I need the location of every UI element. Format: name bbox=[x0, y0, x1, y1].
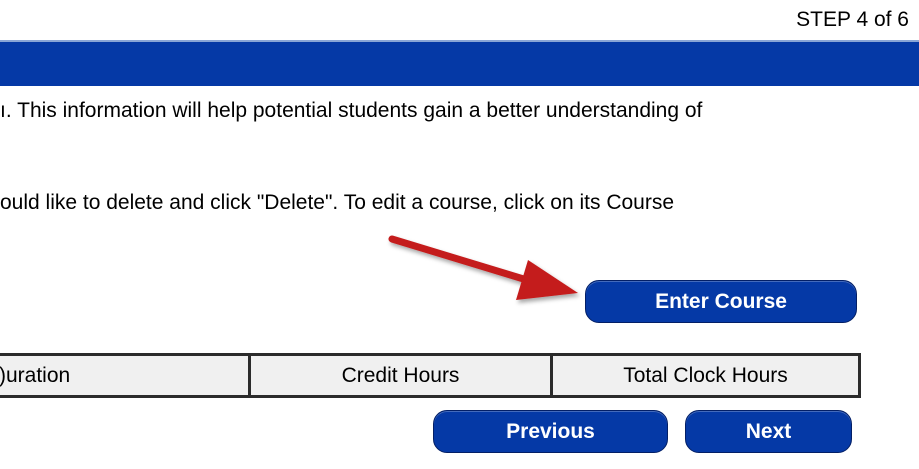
column-header-total-clock-hours[interactable]: Total Clock Hours bbox=[550, 353, 861, 398]
course-table: )uration Credit Hours Total Clock Hours bbox=[0, 353, 861, 398]
enter-course-button[interactable]: Enter Course bbox=[585, 280, 857, 323]
step-indicator: STEP 4 of 6 bbox=[796, 8, 909, 31]
next-button[interactable]: Next bbox=[685, 410, 852, 453]
column-header-credit-hours[interactable]: Credit Hours bbox=[248, 353, 553, 398]
column-header-duration[interactable]: )uration bbox=[0, 353, 251, 398]
table-header-row: )uration Credit Hours Total Clock Hours bbox=[0, 353, 861, 398]
instruction-text-intro: ı. This information will help potential … bbox=[0, 99, 703, 122]
instruction-text-delete-edit: ould like to delete and click "Delete". … bbox=[0, 191, 675, 214]
section-header-bar bbox=[0, 40, 919, 86]
previous-button[interactable]: Previous bbox=[433, 410, 668, 453]
course-entry-page: STEP 4 of 6 ı. This information will hel… bbox=[0, 0, 919, 469]
